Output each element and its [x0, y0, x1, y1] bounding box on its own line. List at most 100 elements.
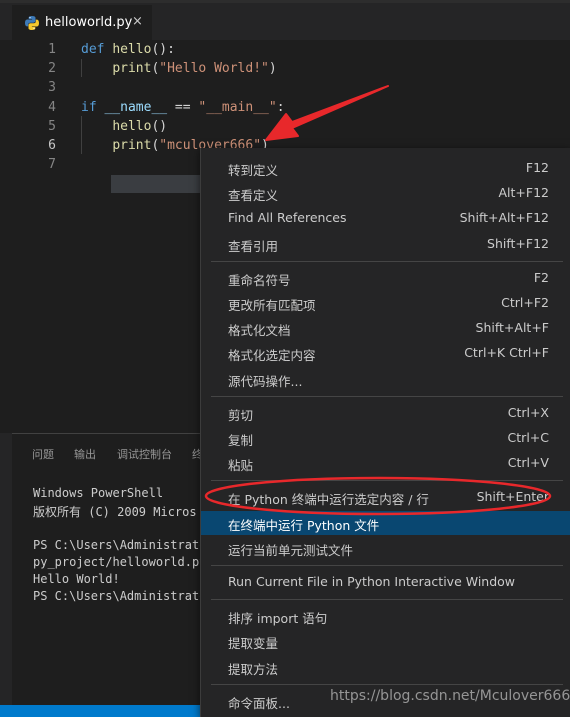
menu-item[interactable]: Find All References Shift+Alt+F12 [201, 206, 570, 230]
title-strip [0, 0, 570, 3]
code-line[interactable]: print("Hello World!") [81, 61, 277, 77]
code-token: (): [151, 42, 175, 57]
menu-item[interactable]: 复制 Ctrl+C [201, 426, 570, 450]
watermark: https://blog.csdn.net/Mculover666 [330, 688, 570, 704]
menu-item-shortcut: F2 [533, 269, 549, 285]
menu-item-shortcut: Shift+Alt+F12 [459, 210, 549, 226]
menu-item-label: 在终端中运行 Python 文件 [228, 517, 380, 533]
menu-separator [211, 260, 563, 262]
menu-item-label: 排序 import 语句 [228, 611, 328, 627]
line-number: 1 [48, 42, 56, 57]
menu-item-shortcut: Shift+F12 [487, 235, 549, 251]
code-token: ) [268, 61, 277, 77]
code-token: print [112, 61, 152, 77]
menu-item[interactable]: 查看引用 Shift+F12 [201, 232, 570, 256]
editor-tab-bar: helloworld.py × [0, 0, 570, 40]
tab-debug-console[interactable]: 调试控制台 [117, 446, 172, 462]
menu-item-label: 格式化文档 [228, 323, 291, 339]
menu-item-shortcut: Alt+F12 [498, 185, 550, 201]
menu-item-label: Find All References [228, 210, 347, 226]
menu-item-label: 提取变量 [228, 636, 279, 652]
menu-item-label: 查看引用 [228, 238, 279, 254]
code-token: : [276, 99, 285, 115]
menu-item[interactable]: 提取变量 [201, 629, 570, 653]
code-token: if [81, 99, 105, 115]
line-number: 7 [48, 157, 56, 173]
menu-item-shortcut: Ctrl+X [507, 404, 549, 420]
python-icon [25, 16, 39, 30]
menu-item-label: 提取方法 [228, 661, 279, 677]
terminal-line: 版权所有 (C) 2009 Micros [33, 505, 197, 520]
menu-item-label: 运行当前单元测试文件 [228, 542, 354, 558]
close-icon[interactable]: × [132, 14, 143, 29]
terminal-line: Hello World! [33, 572, 120, 586]
menu-item[interactable]: 在终端中运行 Python 文件 [201, 510, 570, 535]
menu-item-label: 在 Python 终端中运行选定内容 / 行 [228, 492, 429, 508]
menu-separator [211, 480, 563, 482]
menu-item[interactable]: 重命名符号 F2 [201, 266, 570, 290]
menu-item-shortcut: Ctrl+K Ctrl+F [464, 345, 549, 361]
context-menu: 转到定义 F12 查看定义 Alt+F12 Find All References Shi… [200, 148, 570, 717]
menu-item[interactable]: 粘贴 Ctrl+V [201, 451, 570, 475]
menu-item[interactable]: 剪切 Ctrl+X [201, 401, 570, 425]
menu-item[interactable]: 格式化文档 Shift+Alt+F [201, 316, 570, 340]
menu-item-shortcut: Shift+Enter [476, 489, 549, 505]
line-number: 6 [48, 138, 56, 153]
code-token: == [167, 99, 199, 115]
menu-item-label: 源代码操作... [228, 373, 303, 389]
menu-item[interactable]: 提取方法 [201, 655, 570, 679]
menu-item[interactable]: 在 Python 终端中运行选定内容 / 行 Shift+Enter [201, 485, 570, 509]
line-number: 5 [48, 118, 56, 134]
menu-separator [211, 599, 563, 601]
menu-item-shortcut: Ctrl+F2 [501, 295, 549, 310]
menu-separator [211, 683, 563, 685]
tab-helloworld[interactable]: helloworld.py × [12, 5, 152, 40]
terminal-line: Windows PowerShell [33, 486, 164, 500]
code-token: __name__ [104, 99, 168, 115]
menu-item-shortcut: Shift+Alt+F [475, 320, 549, 336]
code-line[interactable]: def hello(): [81, 42, 175, 57]
menu-item[interactable]: 源代码操作... [201, 367, 570, 391]
terminal-line: PS C:\Users\Administrato [33, 589, 207, 604]
terminal-line: py_project/helloworld.py [33, 554, 207, 569]
code-line[interactable]: if __name__ == "__main__": [81, 100, 285, 115]
menu-item-label: 粘贴 [228, 458, 254, 474]
menu-item-label: 转到定义 [228, 163, 279, 178]
menu-item[interactable]: 排序 import 语句 [201, 604, 570, 628]
line-number: 2 [48, 61, 56, 77]
menu-item[interactable]: 查看定义 Alt+F12 [201, 181, 570, 205]
code-token: "__main__" [198, 99, 277, 115]
menu-item-label: 命令面板... [228, 695, 290, 711]
tab-output[interactable]: 输出 [74, 446, 96, 462]
menu-item-label: 剪切 [228, 407, 254, 423]
menu-item[interactable]: Run Current File in Python Interactive W… [201, 570, 570, 594]
menu-item[interactable]: 转到定义 F12 [201, 156, 570, 180]
code-line[interactable]: hello() [81, 119, 167, 134]
menu-separator [211, 565, 563, 566]
menu-item-shortcut: F12 [525, 160, 549, 175]
code-token: hello [112, 42, 152, 57]
menu-item-label: 查看定义 [228, 188, 279, 204]
code-token: def [81, 42, 113, 57]
code-token: () [151, 118, 168, 134]
menu-item-label: 更改所有匹配项 [228, 298, 316, 313]
tab-title: helloworld.py [45, 15, 133, 30]
tab-problems[interactable]: 问题 [32, 446, 54, 462]
menu-item-shortcut: Ctrl+V [507, 455, 549, 471]
line-number: 4 [48, 99, 56, 115]
terminal-line: PS C:\Users\Administrato [33, 537, 207, 552]
menu-item-label: 重命名符号 [228, 272, 291, 288]
menu-item[interactable]: 格式化选定内容 Ctrl+K Ctrl+F [201, 341, 570, 365]
menu-item-label: 复制 [228, 433, 254, 448]
menu-item[interactable]: 更改所有匹配项 Ctrl+F2 [201, 291, 570, 315]
code-token: print [112, 138, 152, 153]
code-token: hello [112, 118, 152, 134]
menu-item-label: 格式化选定内容 [228, 348, 316, 364]
menu-item[interactable]: 运行当前单元测试文件 [201, 536, 570, 560]
menu-item-shortcut: Ctrl+C [507, 430, 549, 445]
menu-separator [211, 395, 563, 397]
menu-item-label: Run Current File in Python Interactive W… [228, 574, 516, 589]
code-token: "Hello World!" [159, 61, 269, 77]
